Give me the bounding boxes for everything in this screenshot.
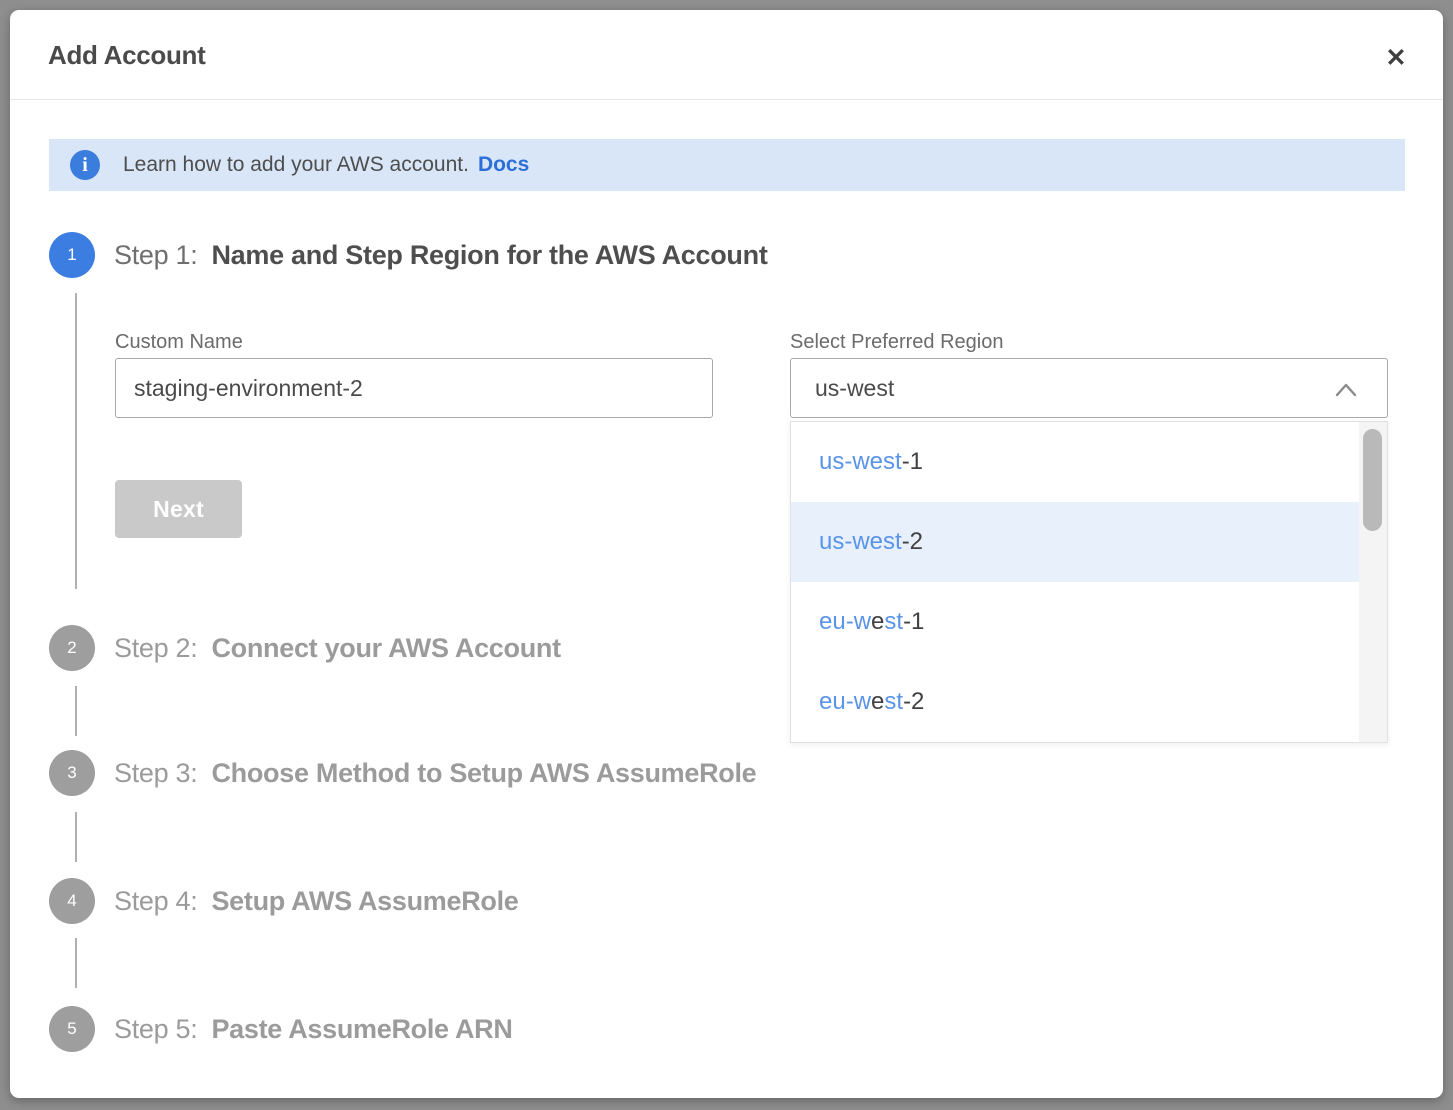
- step-connector-2: [75, 686, 77, 736]
- step-3-prefix: Step 3:: [114, 758, 197, 788]
- option-plain-text: -1: [903, 608, 924, 636]
- option-plain-text: -1: [902, 448, 923, 476]
- region-label: Select Preferred Region: [790, 331, 1003, 354]
- option-match-text: st: [884, 688, 903, 716]
- step-5-text: Step 5: Paste AssumeRole ARN: [114, 1014, 513, 1045]
- step-1-text: Step 1: Name and Step Region for the AWS …: [114, 240, 768, 271]
- step-connector-4: [75, 938, 77, 988]
- step-2-indicator: 2: [49, 625, 95, 671]
- close-icon[interactable]: ✕: [1378, 40, 1414, 76]
- info-banner: i Learn how to add your AWS account. Doc…: [49, 139, 1405, 191]
- region-option-us-west-2[interactable]: us-west-2: [791, 502, 1359, 582]
- modal-backdrop: Add Account ✕ i Learn how to add your AW…: [0, 0, 1453, 1110]
- step-5-indicator: 5: [49, 1006, 95, 1052]
- step-2-prefix: Step 2:: [114, 633, 197, 663]
- modal-header: Add Account ✕: [10, 10, 1443, 100]
- option-plain-text: -2: [903, 688, 924, 716]
- option-plain-text: e: [871, 608, 884, 636]
- step-2-header: 2 Step 2: Connect your AWS Account: [49, 625, 561, 671]
- option-match-text: us-west: [819, 448, 902, 476]
- step-connector-1: [75, 293, 77, 589]
- chevron-up-icon[interactable]: [1335, 383, 1357, 397]
- info-icon: i: [70, 150, 100, 180]
- step-1-indicator: 1: [49, 232, 95, 278]
- option-match-text: eu-w: [819, 688, 871, 716]
- step-4-header: 4 Step 4: Setup AWS AssumeRole: [49, 878, 519, 924]
- region-option-eu-west-1[interactable]: eu-west-1: [791, 582, 1359, 662]
- option-plain-text: e: [871, 688, 884, 716]
- step-3-text: Step 3: Choose Method to Setup AWS Assume…: [114, 758, 756, 789]
- option-match-text: st: [884, 608, 903, 636]
- step-connector-3: [75, 812, 77, 862]
- step-3-indicator: 3: [49, 750, 95, 796]
- step-3-title: Choose Method to Setup AWS AssumeRole: [211, 758, 756, 788]
- region-option-eu-west-2[interactable]: eu-west-2: [791, 662, 1359, 742]
- option-match-text: us-west: [819, 528, 902, 556]
- option-match-text: eu-w: [819, 608, 871, 636]
- step-1-prefix: Step 1:: [114, 240, 197, 270]
- step-2-text: Step 2: Connect your AWS Account: [114, 633, 561, 664]
- region-combobox-input[interactable]: [790, 358, 1388, 418]
- docs-link[interactable]: Docs: [478, 153, 529, 177]
- step-4-prefix: Step 4:: [114, 886, 197, 916]
- region-dropdown: us-west-1 us-west-2 eu-west-1 eu-west-2: [790, 421, 1388, 743]
- option-plain-text: -2: [902, 528, 923, 556]
- custom-name-label: Custom Name: [115, 331, 243, 354]
- custom-name-input[interactable]: [115, 358, 713, 418]
- region-option-list: us-west-1 us-west-2 eu-west-1 eu-west-2: [791, 422, 1359, 742]
- step-3-header: 3 Step 3: Choose Method to Setup AWS Assu…: [49, 750, 756, 796]
- step-4-indicator: 4: [49, 878, 95, 924]
- dropdown-scrollbar-track[interactable]: [1359, 422, 1387, 742]
- step-1-header: 1 Step 1: Name and Step Region for the AW…: [49, 232, 768, 278]
- step-5-header: 5 Step 5: Paste AssumeRole ARN: [49, 1006, 513, 1052]
- add-account-modal: Add Account ✕ i Learn how to add your AW…: [10, 10, 1443, 1098]
- step-5-title: Paste AssumeRole ARN: [211, 1014, 512, 1044]
- banner-text: Learn how to add your AWS account.: [123, 153, 469, 177]
- step-5-prefix: Step 5:: [114, 1014, 197, 1044]
- dropdown-scrollbar-thumb[interactable]: [1363, 429, 1382, 531]
- region-option-us-west-1[interactable]: us-west-1: [791, 422, 1359, 502]
- next-button[interactable]: Next: [115, 480, 242, 538]
- step-2-title: Connect your AWS Account: [211, 633, 560, 663]
- step-4-text: Step 4: Setup AWS AssumeRole: [114, 886, 519, 917]
- step-1-title: Name and Step Region for the AWS Account: [211, 240, 767, 270]
- step-4-title: Setup AWS AssumeRole: [211, 886, 518, 916]
- modal-title: Add Account: [48, 40, 206, 71]
